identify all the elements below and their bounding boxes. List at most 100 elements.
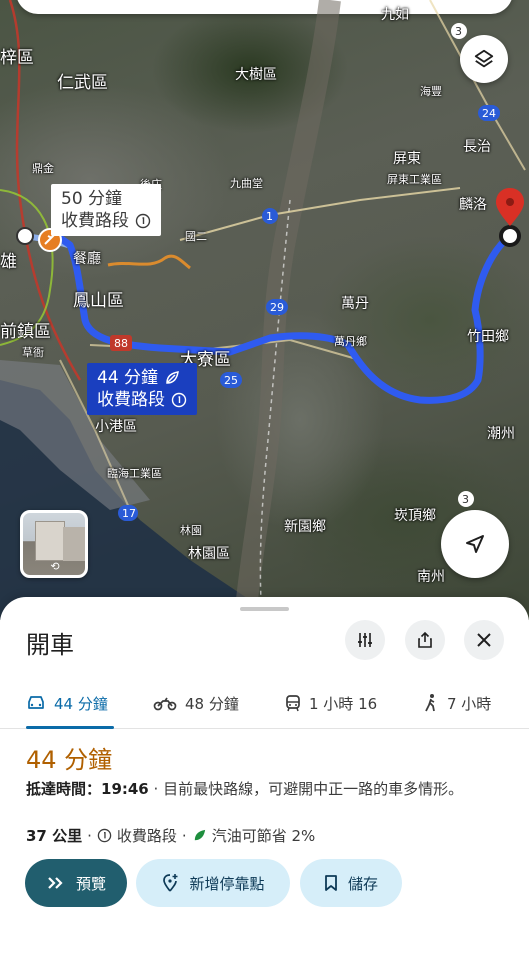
add-stop-button[interactable]: 新增停靠點 [136, 859, 290, 907]
map-label-fengshan: 鳳山區 [73, 291, 124, 311]
rotate-360-icon: ⟲ [50, 560, 60, 573]
car-icon [28, 696, 44, 709]
map-label-wandan-town: 萬丹鄉 [334, 335, 367, 348]
map-label-jiuqutang: 九曲堂 [230, 177, 263, 190]
walk-icon [425, 694, 435, 712]
route-alt-time: 50 分鐘 [61, 189, 123, 209]
shield-29-label: 29 [270, 301, 284, 314]
tab-driving[interactable]: 44 分鐘 [26, 677, 108, 729]
shield-17-label: 17 [122, 507, 136, 520]
map-label-kanding: 崁頂鄉 [394, 508, 436, 524]
travel-mode-tabs: 44 分鐘 48 分鐘 1 小時 16 7 小時 [0, 677, 529, 729]
tab-walking[interactable]: 7 小時 [423, 677, 491, 729]
tab-motorcycle[interactable]: 48 分鐘 [153, 677, 239, 729]
shield-24-label: 24 [482, 107, 496, 120]
my-location-button[interactable] [441, 510, 509, 578]
destination-ring [499, 225, 521, 247]
map-label-xinyuan: 新園鄉 [284, 519, 326, 535]
map-label-xiaogang: 小港區 [95, 419, 137, 435]
map-label-haifeng: 海豐 [420, 85, 442, 98]
shield-3b-label: 3 [462, 493, 469, 506]
toll-info-icon [171, 392, 187, 408]
street-view-thumbnail[interactable]: ⟲ [20, 510, 88, 578]
share-icon [418, 631, 432, 648]
preview-button[interactable]: 預覽 [25, 859, 127, 907]
map-label-linhai: 臨海工業區 [107, 467, 162, 480]
tab-motorcycle-label: 48 分鐘 [185, 694, 239, 713]
tune-icon [358, 633, 372, 647]
map-label-qianzhen: 前鎮區 [0, 322, 51, 342]
layers-button[interactable] [460, 35, 508, 83]
map-label-restaurant: 餐廳 [73, 251, 101, 267]
shield-1-label: 1 [266, 210, 273, 223]
sheet-title: 開車 [26, 631, 74, 659]
map-label-caoya: 草衙 [22, 346, 44, 359]
layers-icon [474, 49, 494, 68]
toll-info-icon [135, 213, 151, 229]
map-label-jiuru: 九如 [381, 7, 409, 23]
bookmark-icon [325, 875, 337, 891]
eco-leaf-icon [166, 371, 179, 384]
map-label-nanzhou: 南州 [417, 569, 445, 585]
save-button-label: 儲存 [347, 874, 378, 893]
save-button[interactable]: 儲存 [300, 859, 402, 907]
tab-transit-label: 1 小時 16 [309, 694, 378, 713]
directions-sheet: 開車 44 分鐘 48 分鐘 1 小時 16 7 小時 44 分鐘 抵達時間：1… [0, 597, 529, 960]
route-primary-toll: 收費路段 [97, 390, 165, 410]
map-label-linyuan-area: 林園區 [188, 546, 230, 562]
shield-3a-label: 3 [455, 25, 462, 38]
map-label-chaozhou: 潮州 [487, 426, 515, 442]
map-label-kaohsiung: 雄 [0, 252, 17, 272]
tab-driving-label: 44 分鐘 [54, 694, 108, 713]
add-stop-button-label: 新增停靠點 [189, 874, 265, 893]
map-label-qiaotou: 梓區 [0, 48, 34, 68]
toll-label: 收費路段 [116, 827, 177, 845]
route-reason: · 目前最快路線，可避開中正一路的車多情形。 [153, 780, 464, 798]
shield-88-label: 88 [114, 337, 128, 350]
road-highway-1 [179, 187, 461, 241]
route-distance: 37 公里 [26, 827, 83, 845]
map-label-dingjin: 鼎金 [32, 162, 54, 175]
fuel-savings: 汽油可節省 2% [211, 827, 316, 845]
map-label-linluo: 麟洛 [459, 197, 487, 213]
close-button[interactable] [464, 620, 504, 660]
route-description: 抵達時間：19:46 · 目前最快路線，可避開中正一路的車多情形。 [26, 778, 506, 801]
route-alt-callout[interactable]: 50 分鐘 收費路段 [51, 184, 161, 236]
tab-transit[interactable]: 1 小時 16 [285, 677, 377, 729]
map-label-wandan: 萬丹 [341, 296, 369, 312]
preview-button-label: 預覽 [75, 874, 106, 893]
map-label-pingtung-industrial: 屏東工業區 [387, 173, 442, 186]
eco-leaf-icon [194, 829, 205, 841]
share-button[interactable] [405, 620, 445, 660]
origin-marker [16, 227, 34, 245]
drag-handle[interactable] [240, 607, 289, 611]
route-meta: 37 公里 · 收費路段 · 汽油可節省 2% [26, 825, 315, 846]
close-icon [477, 633, 491, 647]
route-alt-toll: 收費路段 [61, 211, 129, 231]
map-label-linyuan: 林園 [180, 524, 202, 537]
arrival-time: 抵達時間：19:46 [26, 780, 149, 798]
map-label-zhutian: 竹田鄉 [467, 329, 509, 345]
destination-pin-icon [496, 188, 524, 226]
street-view-building [63, 527, 85, 561]
map-view[interactable]: 九如 梓區 仁武區 大樹區 海豐 長治 屏東 屏東工業區 麟洛 鼎金 後庄 九曲… [0, 0, 529, 620]
active-tab-indicator [26, 726, 114, 729]
map-label-pingtung: 屏東 [393, 151, 421, 167]
map-label-changzhi: 長治 [463, 139, 491, 155]
street-view-building [35, 521, 65, 561]
map-label-dashu: 大樹區 [235, 67, 277, 83]
separator-dot: · [181, 826, 187, 845]
map-label-guoer: 國二 [185, 230, 207, 243]
shield-25-label: 25 [224, 374, 238, 387]
road-orange [107, 254, 191, 270]
double-chevron-right-icon [48, 877, 63, 889]
transit-icon [286, 695, 300, 712]
route-primary-time: 44 分鐘 [97, 368, 159, 388]
tab-walking-label: 7 小時 [447, 694, 492, 713]
navigation-arrow-icon [466, 535, 484, 553]
motorcycle-icon [153, 697, 177, 711]
toll-info-icon [97, 828, 112, 843]
separator-dot: · [87, 826, 92, 845]
route-primary-callout[interactable]: 44 分鐘 收費路段 [87, 363, 197, 415]
route-options-button[interactable] [345, 620, 385, 660]
